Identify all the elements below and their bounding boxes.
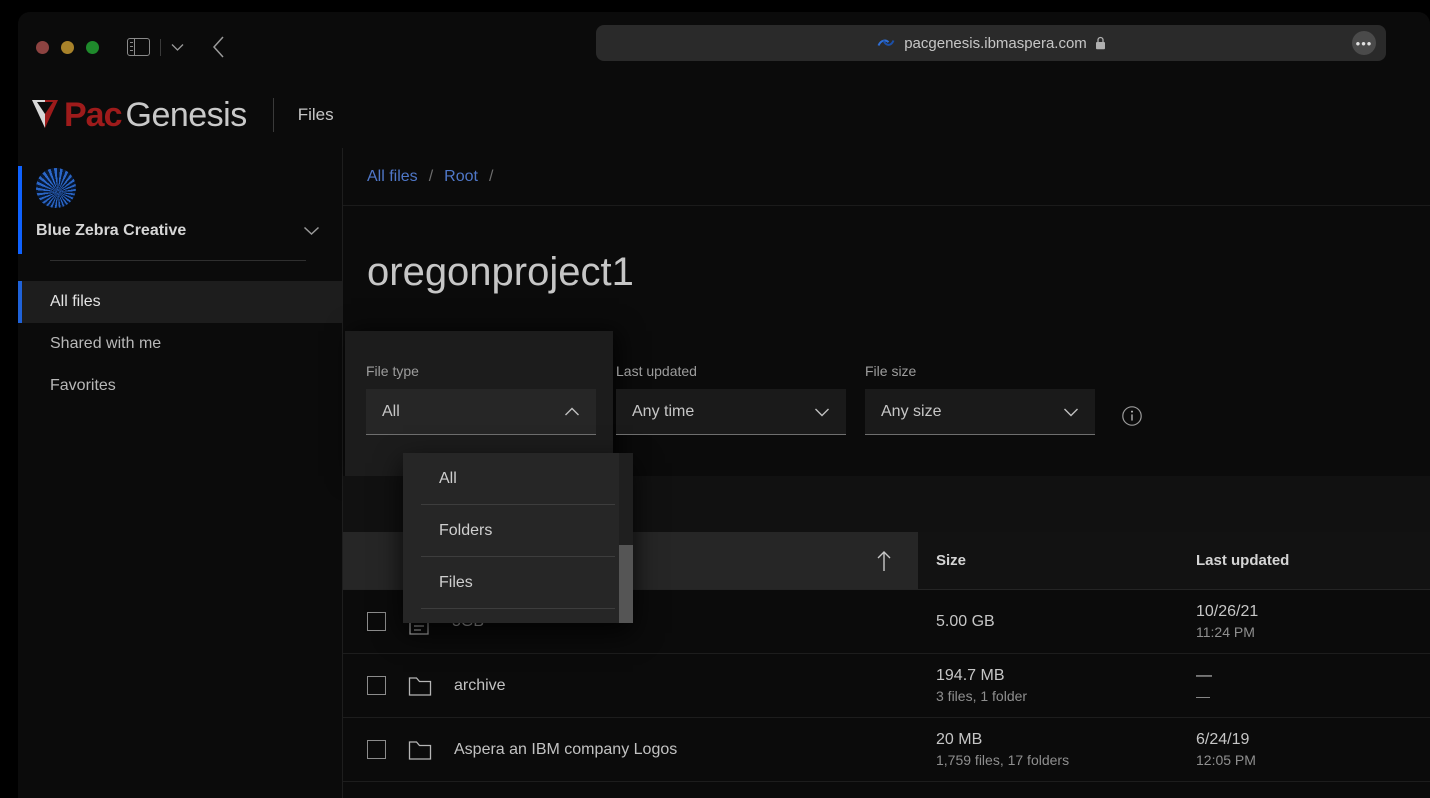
scrollbar-thumb[interactable] — [619, 545, 633, 623]
breadcrumb-separator: / — [428, 167, 434, 185]
maximize-window-button[interactable] — [86, 40, 99, 54]
filter-label: File type — [366, 363, 419, 379]
filter-label: Last updated — [616, 363, 697, 379]
menu-option-folders[interactable]: Folders — [421, 505, 615, 557]
org-selector[interactable]: Blue Zebra Creative — [18, 148, 342, 261]
cell-last-updated: — — — [1178, 667, 1430, 704]
blue-zebra-avatar — [36, 168, 76, 208]
sidebar-toggle-icon[interactable] — [127, 38, 150, 56]
file-type-select[interactable]: All — [366, 389, 596, 435]
sidebar-nav: All files Shared with me Favorites — [18, 281, 342, 407]
cell-size: 194.7 MB 3 files, 1 folder — [918, 667, 1178, 704]
table-row[interactable]: archive 194.7 MB 3 files, 1 folder — — — [343, 654, 1430, 718]
cell-name: Aspera an IBM company Logos — [343, 739, 918, 761]
cell-last-updated: 6/24/19 12:05 PM — [1178, 731, 1430, 768]
pacgenesis-logo[interactable]: Pac Genesis — [30, 96, 247, 135]
divider — [272, 98, 274, 132]
sidebar-item-label: Shared with me — [50, 335, 162, 352]
updated-time: — — [1196, 688, 1210, 704]
org-name: Blue Zebra Creative — [36, 222, 187, 239]
chevron-up-icon[interactable] — [564, 407, 580, 417]
chevron-left-icon[interactable] — [212, 36, 225, 58]
chevron-down-icon[interactable] — [171, 43, 184, 52]
window-traffic-lights — [36, 40, 99, 54]
file-type-value: All — [382, 402, 400, 420]
page-menu-button[interactable]: ••• — [1352, 31, 1376, 55]
logo-text-primary: Pac — [64, 95, 122, 134]
folder-icon — [408, 676, 432, 696]
last-updated-select[interactable]: Any time — [616, 389, 846, 435]
row-checkbox[interactable] — [367, 612, 386, 631]
browser-window: pacgenesis.ibmaspera.com ••• Pac Genesis… — [18, 12, 1430, 798]
menu-option-all[interactable]: All — [421, 453, 615, 505]
sidebar-item-label: All files — [50, 293, 101, 310]
file-name: archive — [454, 676, 506, 694]
updated-time: 11:24 PM — [1196, 624, 1255, 640]
chevron-down-icon[interactable] — [303, 226, 320, 236]
updated-date: 10/26/21 — [1196, 603, 1259, 620]
row-checkbox[interactable] — [367, 740, 386, 759]
sidebar-item-favorites[interactable]: Favorites — [18, 365, 342, 407]
divider — [160, 38, 161, 56]
breadcrumb-separator: / — [488, 167, 494, 185]
updated-date: 6/24/19 — [1196, 731, 1250, 748]
chevron-down-icon[interactable] — [814, 407, 830, 417]
column-header-size[interactable]: Size — [918, 532, 1178, 589]
column-header-last-updated[interactable]: Last updated — [1178, 532, 1430, 589]
minimize-window-button[interactable] — [61, 40, 74, 54]
cell-size: 20 MB 1,759 files, 17 folders — [918, 731, 1178, 768]
divider — [50, 260, 306, 261]
pacgenesis-fox-logo — [32, 100, 58, 128]
filter-last-updated: Last updated Any time — [616, 363, 846, 435]
menu-option-files[interactable]: Files — [421, 557, 615, 609]
file-count: 3 files, 1 folder — [936, 688, 1028, 704]
filter-info-button[interactable] — [1121, 405, 1143, 427]
arrow-up-icon[interactable] — [876, 550, 892, 572]
sidebar-item-shared-with-me[interactable]: Shared with me — [18, 323, 342, 365]
logo-text-secondary: Genesis — [125, 95, 248, 134]
cell-size: 5.00 GB — [918, 613, 1178, 631]
close-window-button[interactable] — [36, 40, 49, 54]
info-circle-icon — [1122, 406, 1142, 426]
dropdown-scrollbar[interactable] — [619, 453, 633, 623]
file-size: 194.7 MB — [936, 667, 1005, 684]
page-title: oregonproject1 — [367, 250, 634, 294]
last-updated-value: Any time — [632, 402, 695, 420]
file-size: 5.00 GB — [936, 612, 995, 630]
cell-name: archive — [343, 675, 918, 697]
folder-icon — [408, 740, 432, 760]
org-accent-bar — [18, 166, 22, 254]
header-section-label: Files — [297, 105, 334, 124]
table-row[interactable]: Aspera an IBM company Logos 20 MB 1,759 … — [343, 718, 1430, 782]
app-body: Blue Zebra Creative All files Shared wit… — [18, 148, 1430, 798]
url-text: pacgenesis.ibmaspera.com — [904, 34, 1087, 52]
app-header: Pac Genesis Files — [18, 82, 1430, 148]
aspera-favicon — [877, 39, 895, 46]
sidebar-item-label: Favorites — [50, 377, 116, 394]
browser-titlebar: pacgenesis.ibmaspera.com ••• — [18, 12, 1430, 82]
breadcrumb: All files / Root / — [343, 148, 1430, 206]
filter-file-type: File type All — [366, 363, 596, 435]
address-bar[interactable]: pacgenesis.ibmaspera.com ••• — [596, 25, 1386, 61]
file-type-dropdown-menu[interactable]: All Folders Files — [403, 453, 633, 623]
cell-last-updated: 10/26/21 11:24 PM — [1178, 603, 1430, 640]
file-size: 20 MB — [936, 731, 983, 748]
chevron-down-icon[interactable] — [1063, 407, 1079, 417]
row-checkbox[interactable] — [367, 676, 386, 695]
breadcrumb-link-root[interactable]: Root — [444, 168, 478, 186]
breadcrumb-link-all-files[interactable]: All files — [367, 168, 418, 186]
file-size-select[interactable]: Any size — [865, 389, 1095, 435]
file-name: Aspera an IBM company Logos — [454, 740, 678, 758]
updated-time: 12:05 PM — [1196, 752, 1256, 768]
lock-icon — [1095, 36, 1105, 50]
filter-file-size: File size Any size — [865, 363, 1095, 435]
file-size-value: Any size — [881, 402, 942, 420]
sidebar-item-all-files[interactable]: All files — [18, 281, 342, 323]
file-count: 1,759 files, 17 folders — [936, 752, 1070, 768]
sidebar: Blue Zebra Creative All files Shared wit… — [18, 148, 343, 798]
browser-controls — [127, 36, 225, 58]
filter-label: File size — [865, 363, 917, 379]
updated-date: — — [1196, 667, 1212, 684]
